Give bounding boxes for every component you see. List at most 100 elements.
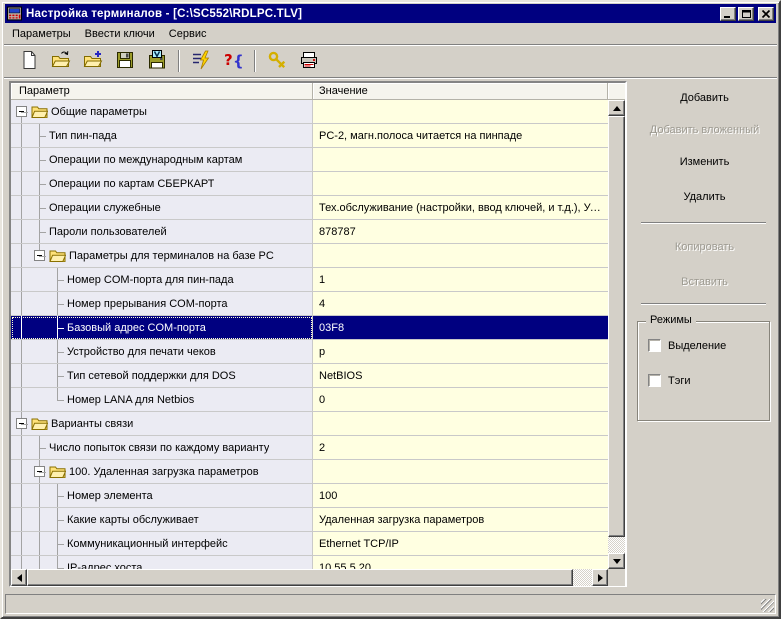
tree-guide-line bbox=[13, 340, 31, 363]
param-cell: Номер COM-порта для пин-пада bbox=[11, 268, 313, 292]
table-row-selected[interactable]: Базовый адрес COM-порта 03F8 bbox=[11, 316, 608, 340]
highlight-checkbox-label: Выделение bbox=[668, 339, 727, 352]
edit-button[interactable]: Изменить bbox=[639, 151, 770, 173]
param-cell: Номер элемента bbox=[11, 484, 313, 508]
minimize-button[interactable] bbox=[720, 6, 736, 21]
open-file-button[interactable] bbox=[48, 48, 74, 74]
param-label: Пароли пользователей bbox=[49, 225, 167, 238]
table-row[interactable]: Варианты связи bbox=[11, 412, 608, 436]
table-row[interactable]: Номер прерывания COM-порта 4 bbox=[11, 292, 608, 316]
open-add-button[interactable] bbox=[80, 48, 106, 74]
param-cell: Тип пин-пада bbox=[11, 124, 313, 148]
arrow-right-icon bbox=[597, 573, 603, 582]
tree-connector bbox=[31, 172, 49, 195]
value-text: p bbox=[319, 345, 326, 358]
menu-item-parameters[interactable]: Параметры bbox=[5, 26, 78, 42]
table-row[interactable]: Коммуникационный интерфейс Ethernet TCP/I… bbox=[11, 532, 608, 556]
scroll-right-button[interactable] bbox=[592, 569, 608, 586]
param-label: Операции по международным картам bbox=[49, 153, 243, 166]
scroll-up-button[interactable] bbox=[608, 100, 625, 116]
value-text: 4 bbox=[319, 297, 326, 310]
tree-guide-line bbox=[31, 268, 49, 291]
value-cell: 03F8 bbox=[313, 316, 608, 340]
save-button[interactable] bbox=[112, 48, 138, 74]
table-row[interactable]: Общие параметры bbox=[11, 100, 608, 124]
open-folder-icon bbox=[51, 50, 71, 73]
scroll-left-button[interactable] bbox=[11, 569, 27, 586]
resize-grip[interactable] bbox=[761, 599, 774, 612]
table-row[interactable]: Операции по международным картам bbox=[11, 148, 608, 172]
param-label: Операции служебные bbox=[49, 201, 161, 214]
help-syntax-button[interactable]: ?{ bbox=[220, 48, 246, 74]
maximize-button[interactable] bbox=[738, 6, 754, 21]
tags-checkbox[interactable] bbox=[648, 374, 661, 387]
tree-guide-line bbox=[13, 316, 31, 339]
param-cell: Общие параметры bbox=[11, 100, 313, 124]
table-row[interactable]: Тип сетевой поддержки для DOS NetBIOS bbox=[11, 364, 608, 388]
collapse-toggle[interactable] bbox=[34, 465, 45, 477]
paste-button[interactable]: Вставить bbox=[639, 271, 770, 293]
column-header-parameter[interactable]: Параметр bbox=[11, 83, 313, 100]
horizontal-scroll-thumb[interactable] bbox=[27, 569, 573, 586]
check-params-button[interactable] bbox=[188, 48, 214, 74]
collapse-toggle[interactable] bbox=[16, 417, 27, 429]
table-row[interactable]: Число попыток связи по каждому варианту 2 bbox=[11, 436, 608, 460]
tree-guide-line bbox=[13, 292, 31, 315]
close-icon bbox=[761, 6, 771, 21]
highlight-checkbox[interactable] bbox=[648, 339, 661, 352]
table-row[interactable]: Устройство для печати чеков p bbox=[11, 340, 608, 364]
param-label: Базовый адрес COM-порта bbox=[67, 321, 206, 334]
table-row[interactable]: Какие карты обслуживает Удаленная загрузк… bbox=[11, 508, 608, 532]
vertical-scrollbar[interactable] bbox=[608, 100, 625, 569]
main-area: Параметр Значение Общие параметры Тип пин… bbox=[4, 78, 777, 589]
title-bar[interactable]: Настройка терминалов - [C:\SC552\RDLPC.T… bbox=[5, 4, 776, 23]
value-cell: 1 bbox=[313, 268, 608, 292]
keys-button[interactable] bbox=[264, 48, 290, 74]
param-cell: Коммуникационный интерфейс bbox=[11, 532, 313, 556]
menu-item-service[interactable]: Сервис bbox=[162, 26, 214, 42]
value-cell: 878787 bbox=[313, 220, 608, 244]
delete-button[interactable]: Удалить bbox=[639, 186, 770, 208]
save-verify-button[interactable] bbox=[144, 48, 170, 74]
table-row[interactable]: Номер элемента 100 bbox=[11, 484, 608, 508]
value-text: 1 bbox=[319, 273, 326, 286]
close-button[interactable] bbox=[758, 6, 774, 21]
value-text: 10.55.5.20 bbox=[319, 561, 371, 570]
table-row[interactable]: Пароли пользователей 878787 bbox=[11, 220, 608, 244]
tree-connector bbox=[49, 532, 67, 555]
param-label: Параметры для терминалов на базе PC bbox=[69, 249, 274, 262]
table-row[interactable]: Номер LANA для Netbios 0 bbox=[11, 388, 608, 412]
maximize-icon bbox=[741, 6, 751, 21]
column-header-value[interactable]: Значение bbox=[313, 83, 608, 100]
collapse-toggle[interactable] bbox=[16, 105, 27, 117]
scroll-down-button[interactable] bbox=[608, 553, 625, 569]
param-label: Какие карты обслуживает bbox=[67, 513, 199, 526]
table-header: Параметр Значение bbox=[11, 83, 625, 100]
table-row[interactable]: Операции по картам СБЕРКАРТ bbox=[11, 172, 608, 196]
value-cell bbox=[313, 172, 608, 196]
add-nested-button[interactable]: Добавить вложенный bbox=[639, 119, 770, 141]
add-button[interactable]: Добавить bbox=[639, 87, 770, 109]
menu-item-enter-keys[interactable]: Ввести ключи bbox=[78, 26, 162, 42]
table-row[interactable]: Тип пин-пада PC-2, магн.полоса читается н… bbox=[11, 124, 608, 148]
new-file-button[interactable] bbox=[16, 48, 42, 74]
value-cell bbox=[313, 244, 608, 268]
print-button[interactable] bbox=[296, 48, 322, 74]
horizontal-scrollbar[interactable] bbox=[11, 569, 608, 586]
vertical-scroll-thumb[interactable] bbox=[608, 116, 625, 537]
tree-connector bbox=[31, 436, 49, 459]
table-row[interactable]: IP-адрес хоста 10.55.5.20 bbox=[11, 556, 608, 569]
param-label: Тип пин-пада bbox=[49, 129, 117, 142]
table-row[interactable]: 100. Удаленная загрузка параметров bbox=[11, 460, 608, 484]
collapse-toggle[interactable] bbox=[34, 249, 45, 261]
table-row[interactable]: Операции служебные Тех.обслуживание (наст… bbox=[11, 196, 608, 220]
table-row[interactable]: Параметры для терминалов на базе PC bbox=[11, 244, 608, 268]
tree-guide-line bbox=[13, 556, 31, 569]
value-cell: 10.55.5.20 bbox=[313, 556, 608, 569]
tree-connector bbox=[31, 460, 49, 483]
value-text: Ethernet TCP/IP bbox=[319, 537, 399, 550]
copy-button[interactable]: Копировать bbox=[639, 236, 770, 258]
table-row[interactable]: Номер COM-порта для пин-пада 1 bbox=[11, 268, 608, 292]
param-cell: Какие карты обслуживает bbox=[11, 508, 313, 532]
value-text: PC-2, магн.полоса читается на пинпаде bbox=[319, 129, 523, 142]
